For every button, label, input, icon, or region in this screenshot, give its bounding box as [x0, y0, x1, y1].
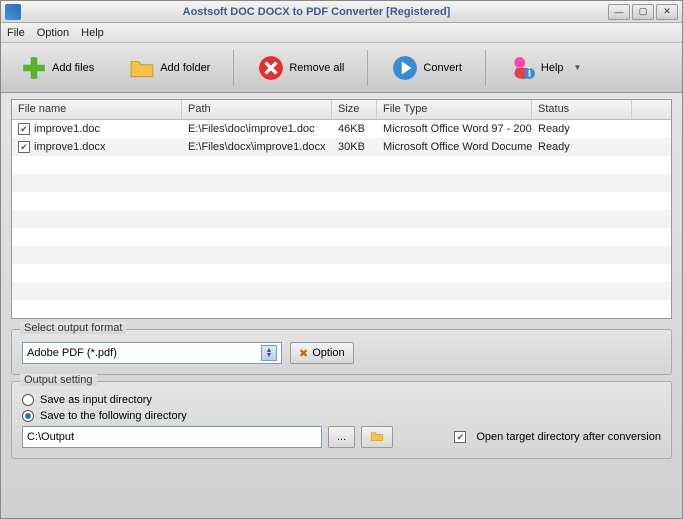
checkbox-icon: ✔ [454, 431, 466, 443]
cell-type: Microsoft Office Word Document [377, 141, 532, 153]
cell-name: improve1.doc [34, 123, 100, 135]
output-group: Output setting Save as input directory S… [11, 381, 672, 459]
cell-size: 30KB [332, 141, 377, 153]
minimize-button[interactable]: — [608, 4, 630, 20]
radio-label: Save to the following directory [40, 410, 187, 422]
cell-status: Ready [532, 141, 632, 153]
col-header-size[interactable]: Size [332, 100, 377, 119]
row-checkbox[interactable]: ✔ [18, 123, 30, 135]
app-icon [5, 4, 21, 20]
main-window: Aostsoft DOC DOCX to PDF Converter [Regi… [0, 0, 683, 519]
browse-label: ... [337, 431, 346, 443]
remove-all-label: Remove all [289, 62, 344, 74]
titlebar: Aostsoft DOC DOCX to PDF Converter [Regi… [1, 1, 682, 23]
toolbar-separator [367, 50, 368, 86]
output-path-value: C:\Output [27, 431, 74, 443]
help-icon: i [509, 54, 537, 82]
add-files-label: Add files [52, 62, 94, 74]
format-combo[interactable]: Adobe PDF (*.pdf) ▲▼ [22, 342, 282, 364]
row-checkbox[interactable]: ✔ [18, 141, 30, 153]
folder-open-icon [370, 429, 384, 446]
file-list: File name Path Size File Type Status ✔ im… [11, 99, 672, 319]
cell-name: improve1.docx [34, 141, 106, 153]
help-button[interactable]: i Help ▼ [498, 49, 593, 87]
format-value: Adobe PDF (*.pdf) [27, 347, 117, 359]
maximize-button[interactable]: ▢ [632, 4, 654, 20]
menubar: File Option Help [1, 23, 682, 43]
convert-label: Convert [423, 62, 462, 74]
svg-text:i: i [528, 65, 531, 79]
menu-file[interactable]: File [7, 27, 25, 39]
radio-icon [22, 410, 34, 422]
play-icon [391, 54, 419, 82]
format-option-button[interactable]: ✖ Option [290, 342, 354, 364]
open-folder-button[interactable] [361, 426, 393, 448]
add-folder-label: Add folder [160, 62, 210, 74]
toolbar-separator [233, 50, 234, 86]
open-after-checkbox[interactable]: ✔ Open target directory after conversion [454, 431, 661, 443]
menu-option[interactable]: Option [37, 27, 69, 39]
table-row[interactable]: ✔ improve1.docx E:\Files\docx\improve1.do… [12, 138, 671, 156]
format-group: Select output format Adobe PDF (*.pdf) ▲… [11, 329, 672, 375]
cell-path: E:\Files\doc\improve1.doc [182, 123, 332, 135]
menu-help[interactable]: Help [81, 27, 104, 39]
plus-icon [20, 54, 48, 82]
add-files-button[interactable]: Add files [9, 49, 105, 87]
remove-icon [257, 54, 285, 82]
cell-status: Ready [532, 123, 632, 135]
format-group-title: Select output format [20, 322, 126, 334]
folder-icon [128, 54, 156, 82]
col-header-type[interactable]: File Type [377, 100, 532, 119]
col-header-path[interactable]: Path [182, 100, 332, 119]
window-controls: — ▢ ✕ [608, 4, 678, 20]
combo-spinner-icon[interactable]: ▲▼ [261, 345, 277, 361]
output-group-title: Output setting [20, 374, 97, 386]
cell-path: E:\Files\docx\improve1.docx [182, 141, 332, 153]
radio-save-following[interactable]: Save to the following directory [22, 410, 661, 422]
radio-save-input[interactable]: Save as input directory [22, 394, 661, 406]
toolbar-separator [485, 50, 486, 86]
chevron-down-icon: ▼ [574, 63, 582, 72]
close-button[interactable]: ✕ [656, 4, 678, 20]
option-label: Option [312, 347, 344, 359]
window-title: Aostsoft DOC DOCX to PDF Converter [Regi… [25, 6, 608, 18]
cell-size: 46KB [332, 123, 377, 135]
settings-area: Select output format Adobe PDF (*.pdf) ▲… [1, 325, 682, 518]
file-list-header: File name Path Size File Type Status [12, 100, 671, 120]
radio-icon [22, 394, 34, 406]
toolbar: Add files Add folder Remove all Convert … [1, 43, 682, 93]
radio-label: Save as input directory [40, 394, 152, 406]
remove-all-button[interactable]: Remove all [246, 49, 355, 87]
help-label: Help [541, 62, 564, 74]
wrench-icon: ✖ [299, 347, 308, 360]
cell-type: Microsoft Office Word 97 - 2003... [377, 123, 532, 135]
add-folder-button[interactable]: Add folder [117, 49, 221, 87]
open-after-label: Open target directory after conversion [476, 431, 661, 443]
file-list-body[interactable]: ✔improve1.doc E:\Files\doc\improve1.doc … [12, 120, 671, 318]
col-header-name[interactable]: File name [12, 100, 182, 119]
browse-button[interactable]: ... [328, 426, 355, 448]
output-path-input[interactable]: C:\Output [22, 426, 322, 448]
convert-button[interactable]: Convert [380, 49, 473, 87]
col-header-status[interactable]: Status [532, 100, 632, 119]
table-row[interactable]: ✔improve1.doc E:\Files\doc\improve1.doc … [12, 120, 671, 138]
